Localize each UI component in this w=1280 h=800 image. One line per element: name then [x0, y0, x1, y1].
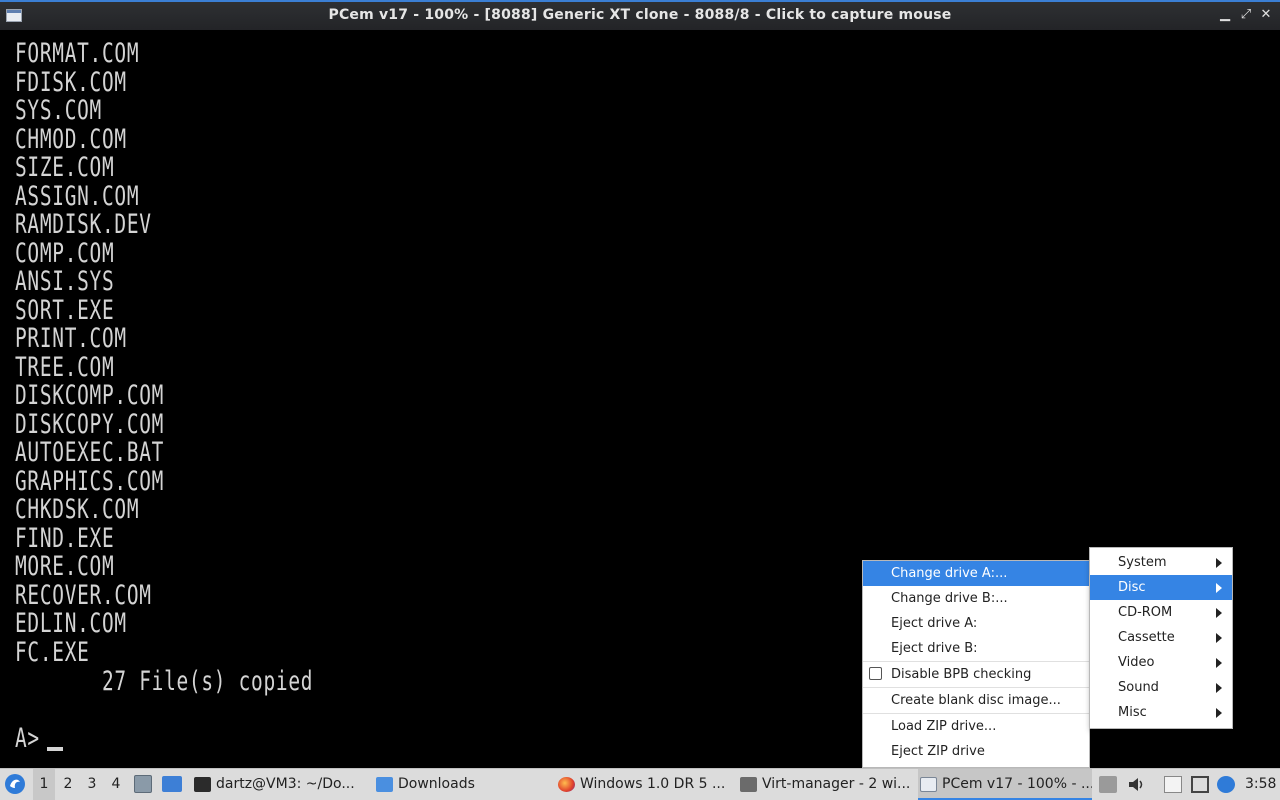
task-label: Virt-manager - 2 wi... — [762, 776, 911, 792]
console-line: CHKDSK.COM — [15, 494, 140, 525]
task-label: Windows 1.0 DR 5 ... — [580, 776, 726, 792]
submenu-arrow-icon — [1216, 633, 1222, 643]
menu-item-load-zip[interactable]: Load ZIP drive... — [863, 714, 1089, 739]
console-line: CHMOD.COM — [15, 124, 127, 155]
folder-icon — [376, 777, 393, 792]
terminal-icon — [194, 777, 211, 792]
task-label: Downloads — [398, 776, 475, 792]
menu-item-label: CD-ROM — [1118, 605, 1173, 620]
console-cursor — [47, 747, 63, 751]
menu-item-cassette[interactable]: Cassette — [1090, 625, 1232, 650]
close-button[interactable]: ✕ — [1257, 6, 1275, 24]
task-virt-manager[interactable]: Virt-manager - 2 wi... — [738, 769, 912, 800]
console-line: FDISK.COM — [15, 67, 127, 98]
desktop-launcher[interactable] — [162, 769, 184, 800]
console-line: SIZE.COM — [15, 152, 115, 183]
virt-manager-icon — [740, 777, 757, 792]
task-label: PCem v17 - 100% - ... — [942, 776, 1092, 792]
workspace-3[interactable]: 3 — [81, 769, 103, 800]
menu-item-eject-zip[interactable]: Eject ZIP drive — [863, 739, 1089, 764]
menu-item-eject-drive-b[interactable]: Eject drive B: — [863, 636, 1089, 661]
task-pcem[interactable]: PCem v17 - 100% - ... — [918, 769, 1092, 800]
menu-item-video[interactable]: Video — [1090, 650, 1232, 675]
checkbox-icon[interactable] — [869, 667, 882, 680]
workspace-2[interactable]: 2 — [57, 769, 79, 800]
menu-item-sound[interactable]: Sound — [1090, 675, 1232, 700]
menu-item-misc[interactable]: Misc — [1090, 700, 1232, 725]
file-cabinet-icon — [134, 775, 152, 793]
console-line: ASSIGN.COM — [15, 181, 140, 212]
notification-icon[interactable] — [1217, 776, 1235, 793]
menu-item-label: System — [1118, 555, 1167, 570]
console-line: SYS.COM — [15, 95, 102, 126]
task-firefox[interactable]: Windows 1.0 DR 5 ... — [556, 769, 730, 800]
console-line: COMP.COM — [15, 238, 115, 269]
console-line: RAMDISK.DEV — [15, 209, 152, 240]
console-line: AUTOEXEC.BAT — [15, 437, 165, 468]
submenu-arrow-icon — [1216, 683, 1222, 693]
clock[interactable]: 3:58 — [1245, 769, 1276, 800]
window-title: PCem v17 - 100% - [8088] Generic XT clon… — [328, 7, 952, 23]
window-titlebar[interactable]: PCem v17 - 100% - [8088] Generic XT clon… — [0, 0, 1280, 30]
menu-item-create-blank-disc[interactable]: Create blank disc image... — [863, 688, 1089, 713]
taskbar: 1 2 3 4 dartz@VM3: ~/Do... Downloads Win… — [0, 768, 1280, 800]
start-menu-button[interactable] — [4, 769, 28, 800]
console-line: ANSI.SYS — [15, 266, 115, 297]
console-line: MORE.COM — [15, 551, 115, 582]
main-context-menu: System Disc CD-ROM Cassette Video Sound … — [1089, 547, 1233, 729]
firefox-icon — [558, 777, 575, 792]
console-line: PRINT.COM — [15, 323, 127, 354]
menu-item-label: Cassette — [1118, 630, 1175, 645]
disc-submenu: Change drive A:... Change drive B:... Ej… — [862, 560, 1090, 768]
console-line: FORMAT.COM — [15, 38, 140, 69]
menu-item-label: Video — [1118, 655, 1155, 670]
console-line: RECOVER.COM — [15, 580, 152, 611]
menu-item-cdrom[interactable]: CD-ROM — [1090, 600, 1232, 625]
workspace-1[interactable]: 1 — [33, 769, 55, 800]
pcem-window-icon — [920, 777, 937, 792]
console-line: SORT.EXE — [15, 295, 115, 326]
submenu-arrow-icon — [1216, 583, 1222, 593]
menu-item-label: Sound — [1118, 680, 1159, 695]
show-desktop-icon — [162, 776, 182, 792]
console-line: DISKCOPY.COM — [15, 409, 165, 440]
clipboard-icon[interactable] — [1164, 776, 1182, 793]
minimize-button[interactable]: ▁ — [1216, 6, 1234, 24]
menu-item-label: Disable BPB checking — [891, 667, 1032, 682]
lxqt-logo-icon — [5, 774, 25, 794]
menu-item-change-drive-b[interactable]: Change drive B:... — [863, 586, 1089, 611]
menu-item-disc[interactable]: Disc — [1090, 575, 1232, 600]
submenu-arrow-icon — [1216, 558, 1222, 568]
task-label: dartz@VM3: ~/Do... — [216, 776, 355, 792]
submenu-arrow-icon — [1216, 708, 1222, 718]
console-prompt: A> — [15, 723, 40, 754]
console-line: 27 File(s) copied — [15, 666, 314, 697]
console-line: DISKCOMP.COM — [15, 380, 165, 411]
submenu-arrow-icon — [1216, 658, 1222, 668]
console-line: GRAPHICS.COM — [15, 466, 165, 497]
menu-item-label: Misc — [1118, 705, 1147, 720]
console-line: FIND.EXE — [15, 523, 115, 554]
task-terminal[interactable]: dartz@VM3: ~/Do... — [192, 769, 366, 800]
menu-item-label: Disc — [1118, 580, 1146, 595]
menu-item-system[interactable]: System — [1090, 550, 1232, 575]
menu-item-change-drive-a[interactable]: Change drive A:... — [863, 561, 1089, 586]
console-line: FC.EXE — [15, 637, 90, 668]
volume-icon[interactable] — [1127, 776, 1145, 793]
network-icon[interactable] — [1191, 776, 1209, 793]
eject-tray-icon[interactable] — [1099, 776, 1117, 793]
maximize-button[interactable]: ⤢ — [1237, 6, 1255, 24]
console-line: EDLIN.COM — [15, 608, 127, 639]
menu-item-eject-drive-a[interactable]: Eject drive A: — [863, 611, 1089, 636]
workspace-4[interactable]: 4 — [105, 769, 127, 800]
submenu-arrow-icon — [1216, 608, 1222, 618]
task-downloads[interactable]: Downloads — [374, 769, 550, 800]
file-manager-launcher[interactable] — [134, 769, 154, 800]
menu-item-disable-bpb[interactable]: Disable BPB checking — [863, 662, 1089, 687]
console-line: TREE.COM — [15, 352, 115, 383]
